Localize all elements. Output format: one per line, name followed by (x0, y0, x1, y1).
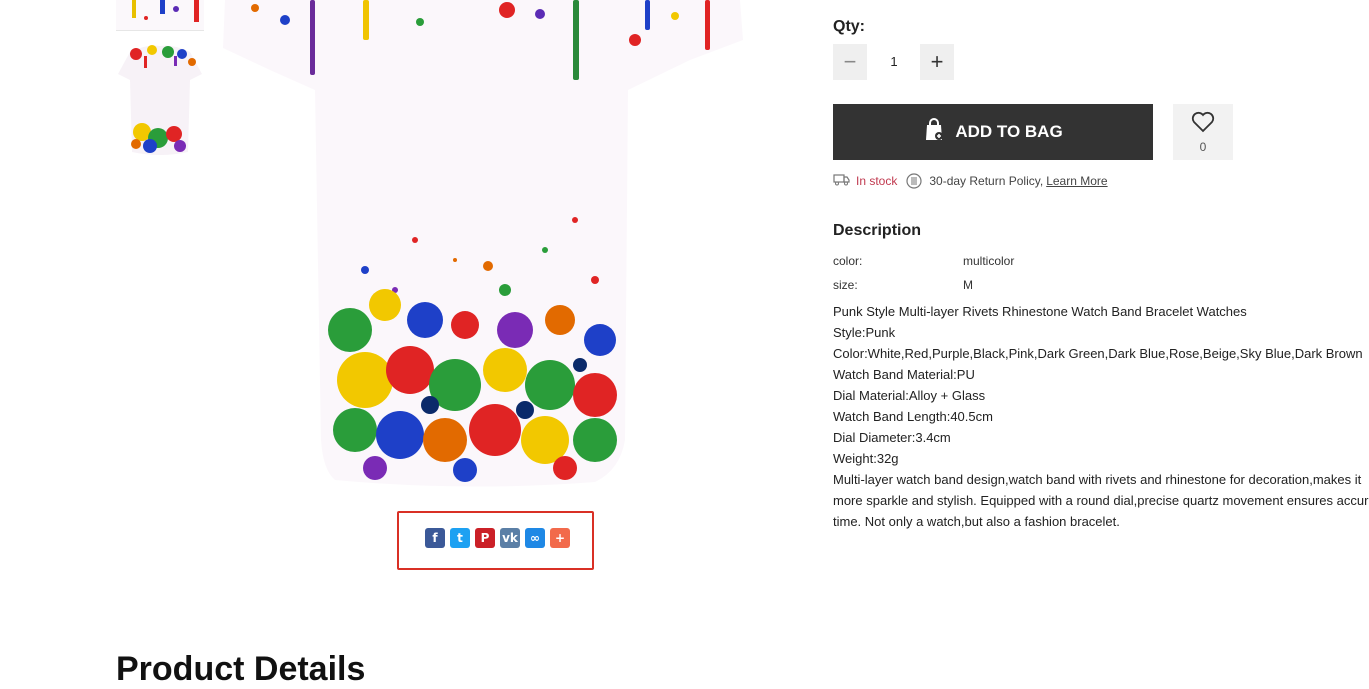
facebook-icon[interactable]: f (425, 528, 445, 548)
stock-info: In stock 30-day Return Policy, Learn Mor… (833, 172, 1108, 190)
qty-increase-button[interactable]: + (920, 44, 954, 80)
description-line: more sparkle and stylish. Equipped with … (833, 493, 1369, 508)
attribute-row: size: M (833, 278, 973, 292)
description-line: Multi-layer watch band design,watch band… (833, 472, 1362, 487)
shopping-bag-icon (923, 117, 945, 147)
description-line: Dial Material:Alloy + Glass (833, 388, 986, 403)
attribute-row: color: multicolor (833, 254, 1014, 268)
description-title: Description (833, 222, 922, 239)
truck-icon (833, 173, 850, 189)
attribute-value: multicolor (963, 254, 1015, 268)
product-details-heading: Product Details (116, 650, 366, 688)
attribute-key: color: (833, 254, 863, 268)
qty-input[interactable]: 1 (870, 44, 918, 80)
twitter-icon[interactable]: t (450, 528, 470, 548)
description-line: time. Not only a watch,but also a fashio… (833, 514, 1120, 529)
wishlist-count: 0 (1199, 139, 1207, 154)
add-to-bag-button[interactable]: ADD TO BAG (833, 104, 1153, 160)
heart-icon (1191, 111, 1215, 138)
add-to-bag-label: ADD TO BAG (955, 122, 1063, 141)
attribute-value: M (963, 278, 973, 292)
description-line: Watch Band Material:PU (833, 367, 975, 382)
learn-more-link[interactable]: Learn More (1046, 174, 1107, 188)
description-line: Weight:32g (833, 451, 899, 466)
wishlist-button[interactable]: 0 (1173, 104, 1233, 160)
description-line: Punk Style Multi-layer Rivets Rhinestone… (833, 304, 1247, 319)
description-line: Style:Punk (833, 325, 896, 340)
attribute-key: size: (833, 278, 858, 292)
description-line: Watch Band Length:40.5cm (833, 409, 993, 424)
description-line: Color:White,Red,Purple,Black,Pink,Dark G… (833, 346, 1363, 361)
main-product-image (215, 0, 755, 495)
description-line: Dial Diameter:3.4cm (833, 430, 951, 445)
product-thumbnail-1[interactable] (116, 0, 204, 31)
stock-status: In stock (856, 174, 898, 188)
description-body: Punk Style Multi-layer Rivets Rhinestone… (833, 301, 1369, 532)
copy-link-icon[interactable]: ∞ (525, 528, 545, 548)
return-policy-icon (905, 172, 923, 190)
vk-icon[interactable]: vk (500, 528, 520, 548)
product-thumbnail-2[interactable] (116, 40, 204, 160)
pinterest-icon[interactable]: P (475, 528, 495, 548)
return-policy-text: 30-day Return Policy, (929, 174, 1044, 188)
qty-label: Qty: (833, 18, 865, 35)
more-share-icon[interactable]: + (550, 528, 570, 548)
qty-decrease-button[interactable]: − (833, 44, 867, 80)
share-panel: f t Pvk ∞ + (397, 511, 594, 570)
